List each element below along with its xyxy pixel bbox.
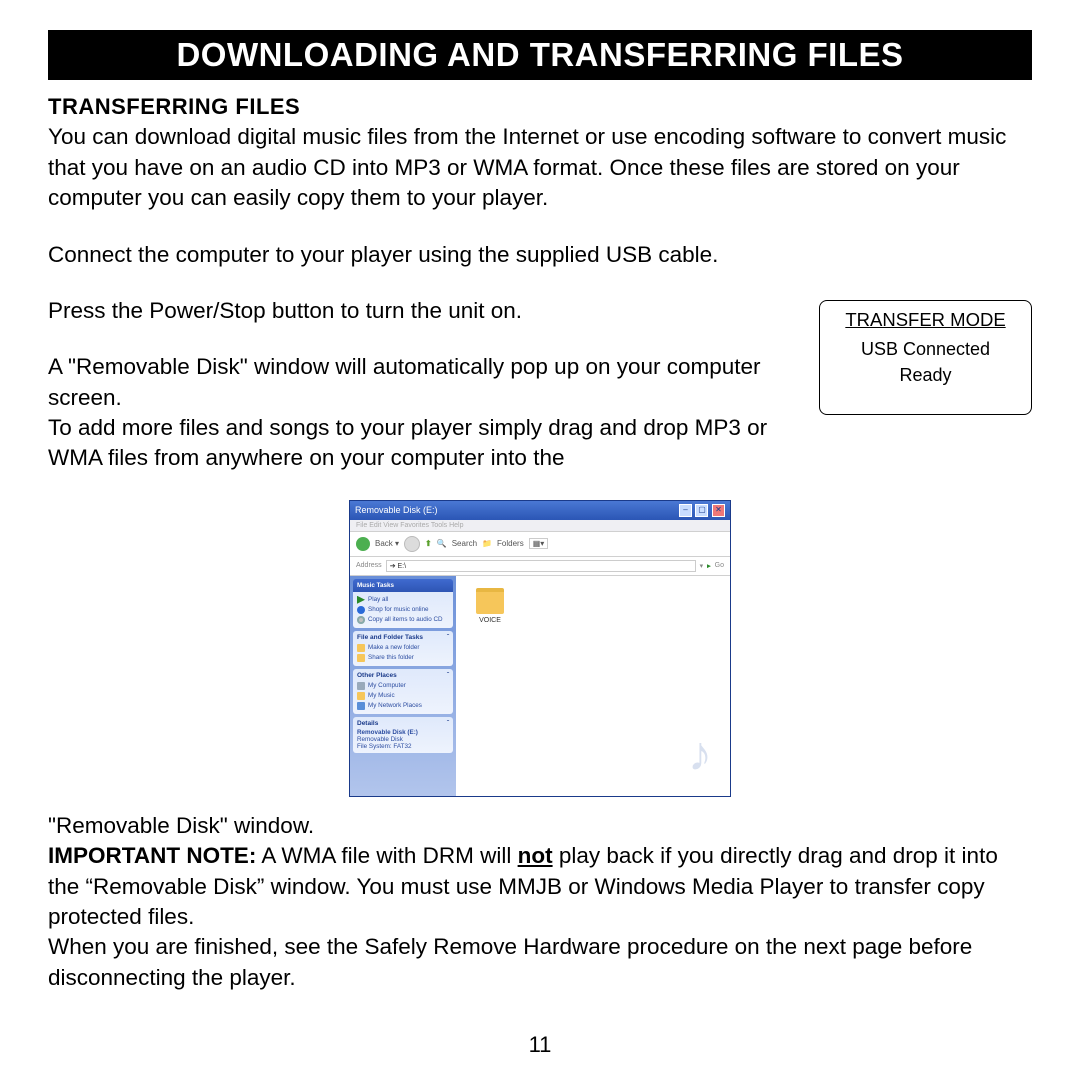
search-label: Search (452, 539, 477, 548)
file-tasks-title: File and Folder Tasks (357, 634, 423, 641)
task-item[interactable]: Share this folder (368, 654, 414, 661)
collapse-icon[interactable]: ˆ (447, 672, 449, 679)
other-places-panel: Other Places ˆ My Computer My Music My Ne… (353, 669, 453, 714)
note-label: IMPORTANT NOTE: (48, 843, 256, 868)
network-icon (357, 702, 365, 710)
transfer-mode-line1: USB Connected (828, 336, 1023, 362)
folders-icon[interactable]: 📁 (482, 539, 492, 548)
other-places-title: Other Places (357, 672, 397, 679)
task-item[interactable]: My Music (368, 692, 395, 699)
task-item[interactable]: Make a new folder (368, 644, 419, 651)
collapse-icon[interactable]: ˆ (447, 720, 449, 727)
address-dropdown-icon[interactable]: ▾ (700, 562, 704, 570)
collapse-icon[interactable]: ˆ (447, 634, 449, 641)
task-item[interactable]: Shop for music online (368, 606, 429, 613)
forward-icon[interactable] (404, 536, 420, 552)
explorer-window: Removable Disk (E:) – ▢ ✕ File Edit View… (349, 500, 731, 797)
details-line: Removable Disk (E:) (357, 729, 449, 736)
maximize-icon[interactable]: ▢ (695, 504, 708, 517)
folder-icon (476, 588, 504, 614)
transfer-mode-box: TRANSFER MODE USB Connected Ready (819, 300, 1032, 415)
important-note: IMPORTANT NOTE: A WMA file with DRM will… (48, 841, 1032, 932)
play-icon (357, 596, 365, 604)
folder-label: VOICE (479, 617, 501, 624)
paragraph-4: A "Removable Disk" window will automatic… (48, 352, 789, 413)
task-item[interactable]: My Network Places (368, 702, 422, 709)
page-title-bar: DOWNLOADING AND TRANSFERRING FILES (48, 30, 1032, 80)
window-titlebar: Removable Disk (E:) – ▢ ✕ (350, 501, 730, 520)
computer-icon (357, 682, 365, 690)
window-title: Removable Disk (E:) (355, 505, 438, 515)
task-item[interactable]: Play all (368, 596, 388, 603)
music-note-icon: ♪ (688, 727, 712, 782)
page-number: 11 (0, 1032, 1080, 1058)
address-label: Address (356, 562, 382, 569)
paragraph-3: Press the Power/Stop button to turn the … (48, 296, 789, 326)
back-icon[interactable] (356, 537, 370, 551)
up-icon[interactable]: ⬆ (425, 539, 432, 548)
go-label: Go (715, 562, 724, 569)
folder-icon (357, 644, 365, 652)
folders-label: Folders (497, 539, 524, 548)
folder-icon (357, 692, 365, 700)
paragraph-2: Connect the computer to your player usin… (48, 240, 1032, 270)
paragraph-1: You can download digital music files fro… (48, 124, 1006, 210)
search-icon[interactable]: 🔍 (437, 539, 447, 548)
window-controls: – ▢ ✕ (678, 504, 725, 517)
details-panel: Details ˆ Removable Disk (E:) Removable D… (353, 717, 453, 753)
minimize-icon[interactable]: – (679, 504, 692, 517)
globe-icon (357, 606, 365, 614)
views-icon[interactable]: ▦▾ (529, 538, 549, 549)
note-not: not (518, 843, 553, 868)
file-tasks-panel: File and Folder Tasks ˆ Make a new folder… (353, 631, 453, 666)
task-item[interactable]: My Computer (368, 682, 406, 689)
window-menu: File Edit View Favorites Tools Help (350, 520, 730, 532)
details-line: Removable Disk (357, 736, 449, 743)
music-tasks-items: Play all Shop for music online Copy all … (353, 592, 453, 628)
address-input[interactable]: ➔ E:\ (386, 560, 696, 572)
folder-content-area[interactable]: VOICE ♪ (456, 576, 730, 796)
paragraph-5: To add more files and songs to your play… (48, 413, 789, 474)
folder-icon (357, 654, 365, 662)
music-tasks-title: Music Tasks (357, 582, 394, 589)
go-button[interactable]: ▸ (707, 562, 711, 570)
back-label: Back ▾ (375, 539, 399, 548)
details-line: File System: FAT32 (357, 743, 449, 750)
transfer-mode-line2: Ready (828, 362, 1023, 388)
music-tasks-panel: Music Tasks (353, 579, 453, 592)
section-heading: TRANSFERRING FILES (48, 94, 300, 119)
transfer-mode-title: TRANSFER MODE (828, 307, 1023, 334)
close-icon[interactable]: ✕ (712, 504, 725, 517)
cd-icon (357, 616, 365, 624)
paragraph-6: "Removable Disk" window. (48, 811, 1032, 841)
address-bar: Address ➔ E:\ ▾ ▸ Go (350, 557, 730, 576)
note-text-1: A WMA file with DRM will (256, 843, 517, 868)
details-title: Details (357, 720, 378, 727)
task-pane: Music Tasks Play all Shop for music onli… (350, 576, 456, 796)
paragraph-7: When you are finished, see the Safely Re… (48, 932, 1032, 993)
voice-folder[interactable]: VOICE (468, 588, 512, 624)
task-item[interactable]: Copy all items to audio CD (368, 616, 443, 623)
window-toolbar: Back ▾ ⬆ 🔍 Search 📁 Folders ▦▾ (350, 532, 730, 557)
